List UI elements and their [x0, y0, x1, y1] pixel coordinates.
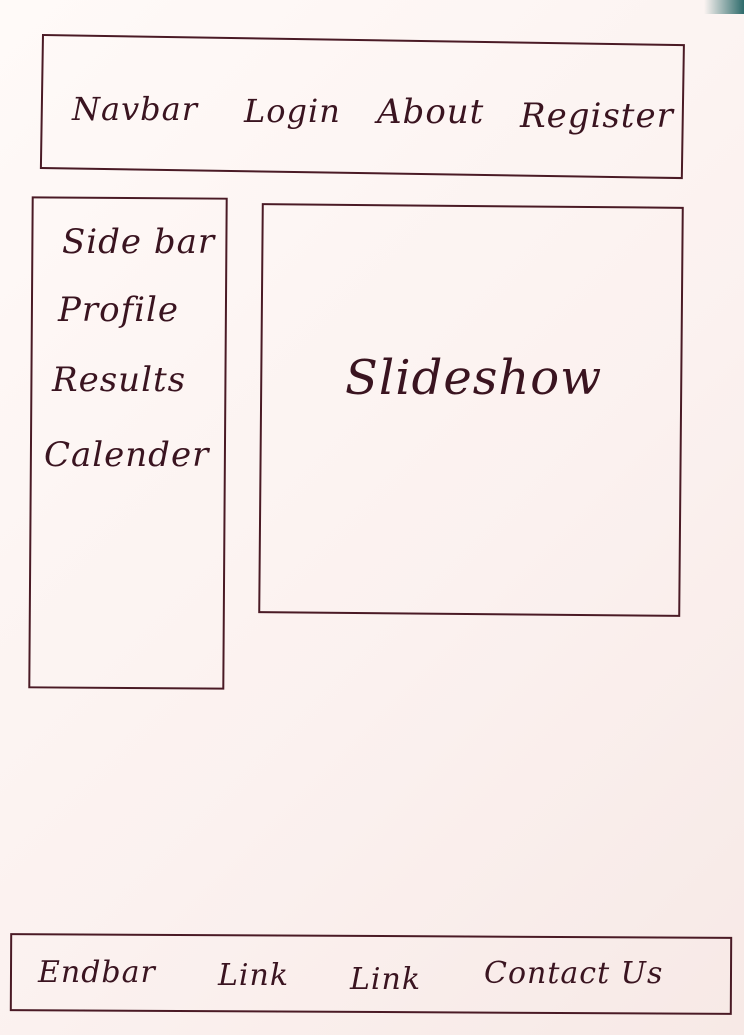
endbar-title: Endbar [38, 955, 156, 990]
nav-item-register[interactable]: Register [520, 96, 674, 136]
nav-item-login[interactable]: Login [244, 92, 341, 130]
sidebar-title: Side bar [62, 222, 216, 262]
footer-link-1[interactable]: Link [218, 958, 289, 993]
slideshow-box[interactable] [258, 203, 684, 617]
sidebar-item-results[interactable]: Results [52, 360, 186, 400]
sidebar-item-profile[interactable]: Profile [58, 290, 179, 330]
footer-link-contact-us[interactable]: Contact Us [484, 956, 663, 991]
nav-item-about[interactable]: About [377, 92, 484, 132]
footer-link-2[interactable]: Link [350, 962, 421, 997]
photo-edge [704, 0, 744, 14]
sidebar-item-calender[interactable]: Calender [44, 435, 209, 475]
slideshow-label: Slideshow [345, 350, 603, 406]
navbar-title: Navbar [72, 90, 199, 128]
